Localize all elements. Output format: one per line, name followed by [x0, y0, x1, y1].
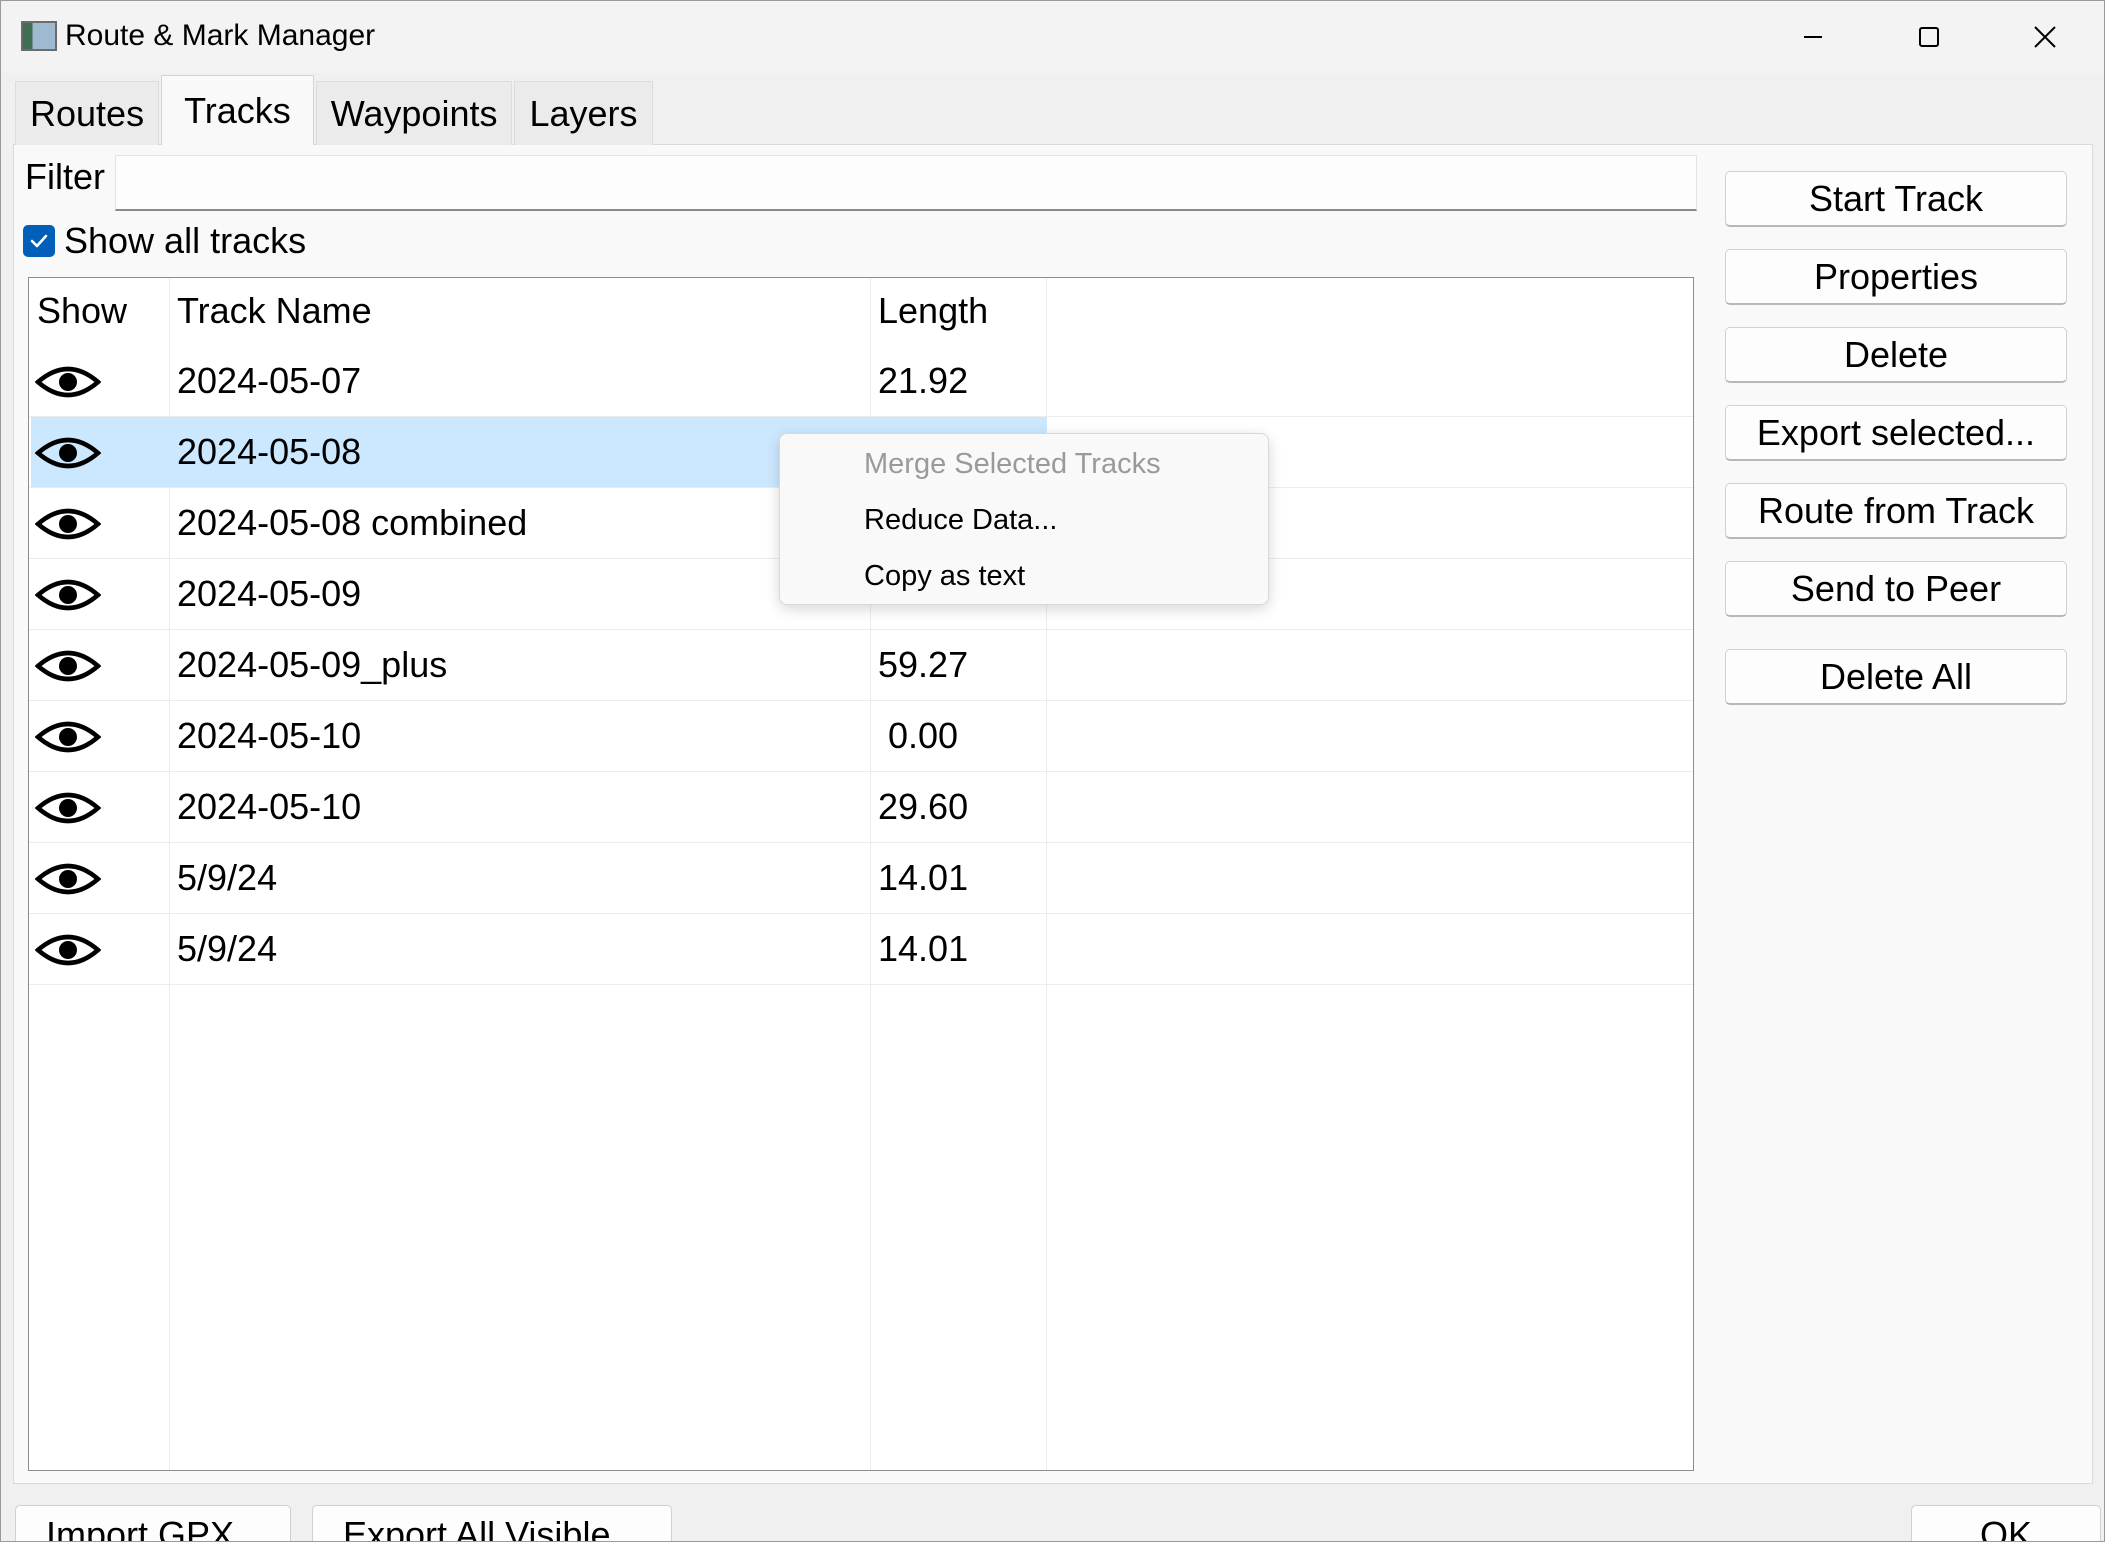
track-row[interactable]: 5/9/24 14.01 [29, 843, 1693, 914]
export-selected-button[interactable]: Export selected... [1725, 405, 2067, 461]
filter-label: Filter [25, 156, 105, 197]
title-bar: Route & Mark Manager [1, 1, 2104, 73]
tab-tracks[interactable]: Tracks [161, 75, 314, 145]
close-button[interactable] [1987, 1, 2103, 73]
minimize-icon [1804, 36, 1822, 38]
track-row[interactable]: 2024-05-07 21.92 [29, 346, 1693, 417]
track-name: 5/9/24 [177, 928, 278, 969]
eye-icon[interactable] [35, 433, 101, 473]
eye-icon[interactable] [35, 646, 101, 686]
track-name: 2024-05-08 combined [177, 502, 528, 543]
import-gpx-button[interactable]: Import GPX [15, 1505, 291, 1541]
track-name: 2024-05-09 [177, 573, 362, 614]
checkmark-icon [30, 234, 48, 248]
route-from-track-button[interactable]: Route from Track [1725, 483, 2067, 539]
track-name: 2024-05-10 [177, 786, 362, 827]
show-all-tracks-label: Show all tracks [64, 220, 307, 261]
delete-all-button[interactable]: Delete All [1725, 649, 2067, 705]
eye-icon[interactable] [35, 717, 101, 757]
track-length: 59.27 [878, 644, 969, 685]
tab-bar: Routes Tracks Waypoints Layers [15, 75, 655, 145]
tab-layers[interactable]: Layers [514, 81, 653, 145]
menu-item-merge-selected-tracks: Merge Selected Tracks [864, 448, 1161, 480]
track-row[interactable]: 2024-05-10 0.00 [29, 701, 1693, 772]
track-name: 5/9/24 [177, 857, 278, 898]
track-row[interactable]: 2024-05-09_plus 59.27 [29, 630, 1693, 701]
export-all-visible-button[interactable]: Export All Visible [312, 1505, 672, 1541]
eye-icon[interactable] [35, 575, 101, 615]
track-length: 21.92 [878, 360, 969, 401]
eye-icon[interactable] [35, 930, 101, 970]
track-length: 0.00 [878, 715, 959, 756]
app-icon [21, 21, 57, 51]
tab-waypoints[interactable]: Waypoints [315, 81, 513, 145]
track-name: 2024-05-10 [177, 715, 362, 756]
list-header: Show Track Name Length [29, 278, 1693, 346]
send-to-peer-button[interactable]: Send to Peer [1725, 561, 2067, 617]
eye-icon[interactable] [35, 788, 101, 828]
column-header-show[interactable]: Show [37, 290, 127, 332]
menu-item-reduce-data[interactable]: Reduce Data... [864, 504, 1057, 537]
filter-input[interactable] [115, 155, 1697, 211]
window-title: Route & Mark Manager [65, 19, 376, 52]
track-name: 2024-05-07 [177, 360, 362, 401]
menu-item-copy-as-text[interactable]: Copy as text [864, 560, 1025, 593]
minimize-button[interactable] [1755, 1, 1871, 73]
close-icon [2034, 26, 2056, 48]
tab-routes[interactable]: Routes [15, 81, 160, 145]
show-all-tracks-checkbox[interactable] [23, 225, 55, 257]
maximize-icon [1919, 27, 1939, 47]
column-header-length[interactable]: Length [878, 290, 988, 332]
track-name: 2024-05-08 [177, 431, 362, 472]
eye-icon[interactable] [35, 504, 101, 544]
eye-icon[interactable] [35, 859, 101, 899]
context-menu: Merge Selected Tracks Reduce Data... Cop… [779, 433, 1269, 605]
track-row[interactable]: 2024-05-10 29.60 [29, 772, 1693, 843]
route-mark-manager-window: Route & Mark Manager Routes Tracks Waypo… [0, 0, 2105, 1542]
track-row[interactable]: 5/9/24 14.01 [29, 914, 1693, 985]
ok-button[interactable]: OK [1911, 1505, 2101, 1541]
track-length: 14.01 [878, 857, 969, 898]
start-track-button[interactable]: Start Track [1725, 171, 2067, 227]
column-header-track-name[interactable]: Track Name [177, 290, 372, 332]
eye-icon[interactable] [35, 362, 101, 402]
delete-button[interactable]: Delete [1725, 327, 2067, 383]
properties-button[interactable]: Properties [1725, 249, 2067, 305]
maximize-button[interactable] [1871, 1, 1987, 73]
track-length: 14.01 [878, 928, 969, 969]
track-length: 29.60 [878, 786, 969, 827]
track-name: 2024-05-09_plus [177, 644, 448, 685]
